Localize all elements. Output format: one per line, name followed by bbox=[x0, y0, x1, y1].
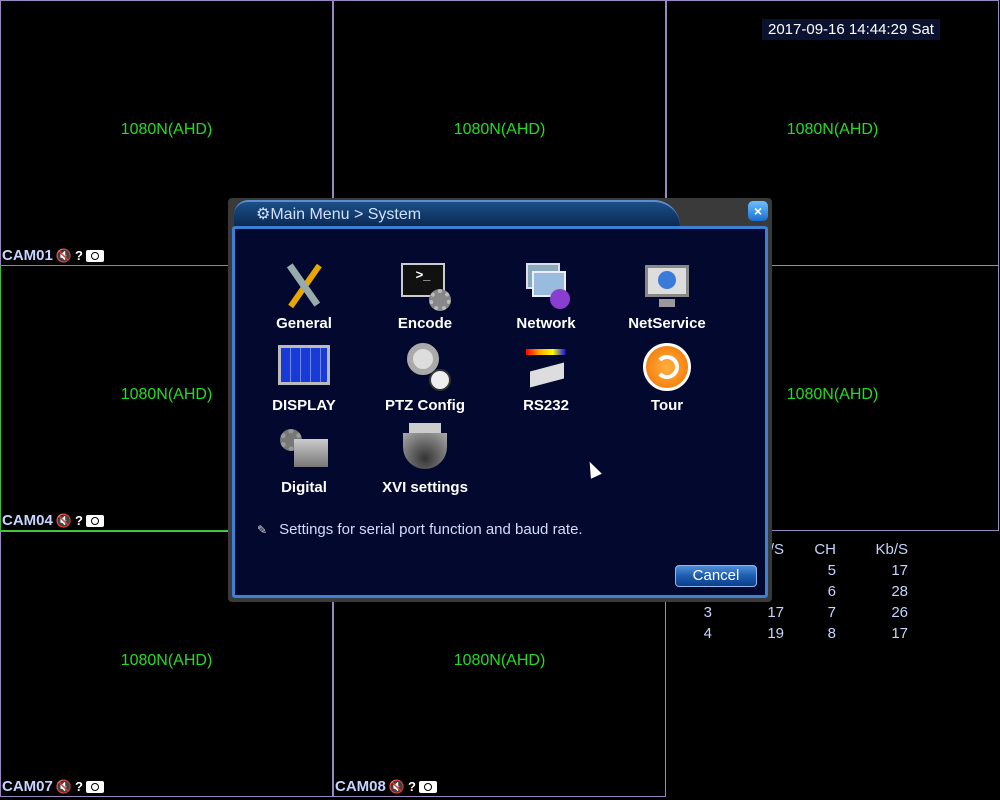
bitrate-row: 3 17 7 26 bbox=[703, 604, 908, 621]
camera-label: CAM04 🔇? bbox=[2, 512, 104, 529]
menu-item-ptz-config[interactable]: PTZ Config bbox=[370, 341, 480, 414]
menu-item-tour[interactable]: Tour bbox=[612, 341, 722, 414]
close-button[interactable]: × bbox=[748, 201, 768, 221]
question-icon: ? bbox=[75, 248, 83, 263]
bitrate-header: CH bbox=[814, 541, 836, 558]
question-icon: ? bbox=[75, 779, 83, 794]
bitrate-header: Kb/S bbox=[875, 541, 908, 558]
menu-item-label: Tour bbox=[650, 397, 684, 414]
system-menu-dialog: ⚙Main Menu > System × General >_ Encode Net… bbox=[228, 198, 772, 602]
resolution-label: 1080N(AHD) bbox=[120, 121, 213, 138]
clock: 2017-09-16 14:44:29 Sat bbox=[762, 19, 940, 40]
mute-icon: 🔇 bbox=[388, 778, 406, 794]
tour-icon bbox=[641, 341, 693, 393]
bitrate-row: 4 19 8 17 bbox=[703, 625, 908, 642]
encode-icon: >_ bbox=[399, 259, 451, 311]
question-icon: ? bbox=[408, 779, 416, 794]
resolution-label: 1080N(AHD) bbox=[453, 652, 546, 669]
menu-item-label: Network bbox=[516, 315, 576, 332]
snapshot-icon bbox=[419, 780, 437, 793]
digital-camera-icon bbox=[278, 423, 330, 475]
tools-icon bbox=[278, 259, 330, 311]
menu-item-label: Encode bbox=[397, 315, 453, 332]
netservice-icon bbox=[641, 259, 693, 311]
menu-item-label: DISPLAY bbox=[272, 397, 336, 414]
gear-icon: ⚙ bbox=[256, 206, 271, 223]
camera-label: CAM07 🔇? bbox=[2, 778, 104, 795]
menu-item-label: RS232 bbox=[523, 397, 569, 414]
menu-item-label: Digital bbox=[281, 479, 327, 496]
menu-item-encode[interactable]: >_ Encode bbox=[370, 259, 480, 332]
menu-item-label: PTZ Config bbox=[385, 397, 465, 414]
display-icon bbox=[278, 341, 330, 393]
mute-icon: 🔇 bbox=[55, 512, 73, 528]
menu-item-general[interactable]: General bbox=[249, 259, 359, 332]
menu-item-label: General bbox=[276, 315, 332, 332]
camera-label: CAM08 🔇? bbox=[335, 778, 437, 795]
hint: ✎ Settings for serial port function and … bbox=[257, 521, 583, 538]
menu-item-network[interactable]: Network bbox=[491, 259, 601, 332]
menu-item-label: NetService bbox=[628, 315, 706, 332]
snapshot-icon bbox=[86, 514, 104, 527]
serial-cable-icon: ✎ bbox=[257, 522, 268, 537]
cancel-button[interactable]: Cancel bbox=[675, 565, 757, 587]
network-icon bbox=[520, 259, 572, 311]
resolution-label: 1080N(AHD) bbox=[453, 121, 546, 138]
mute-icon: 🔇 bbox=[55, 778, 73, 794]
dome-camera-icon bbox=[399, 423, 451, 475]
dialog-title: ⚙Main Menu > System bbox=[234, 200, 680, 226]
menu-item-digital[interactable]: Digital bbox=[249, 423, 359, 496]
mute-icon: 🔇 bbox=[55, 247, 73, 263]
dialog-panel: General >_ Encode Network NetService DISPLAY P… bbox=[232, 226, 768, 598]
resolution-label: 1080N(AHD) bbox=[786, 121, 879, 138]
menu-item-label: XVI settings bbox=[382, 479, 468, 496]
menu-item-display[interactable]: DISPLAY bbox=[249, 341, 359, 414]
menu-item-xvi-settings[interactable]: XVI settings bbox=[370, 423, 480, 496]
menu-item-netservice[interactable]: NetService bbox=[612, 259, 722, 332]
question-icon: ? bbox=[75, 513, 83, 528]
resolution-label: 1080N(AHD) bbox=[120, 652, 213, 669]
serial-cable-icon bbox=[520, 341, 572, 393]
snapshot-icon bbox=[86, 249, 104, 262]
snapshot-icon bbox=[86, 780, 104, 793]
menu-item-rs232[interactable]: RS232 bbox=[491, 341, 601, 414]
ptz-icon bbox=[399, 341, 451, 393]
camera-label: CAM01 🔇? bbox=[2, 247, 104, 264]
